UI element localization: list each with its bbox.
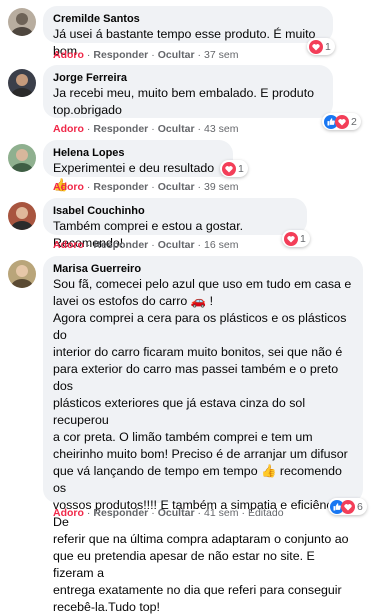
timestamp[interactable]: 37 sem xyxy=(204,49,238,61)
comment-text-line: Sou fã, comecei pelo azul que uso em tud… xyxy=(53,277,352,291)
separator: · xyxy=(197,239,202,251)
separator: · xyxy=(197,49,202,61)
comment-bubble: Jorge Ferreira Ja recebi meu, muito bem … xyxy=(43,65,333,118)
heart-icon xyxy=(335,114,349,129)
comment-author[interactable]: Helena Lopes xyxy=(53,146,223,160)
reply-button[interactable]: Responder xyxy=(93,239,148,251)
separator: · xyxy=(241,507,245,519)
avatar[interactable] xyxy=(8,260,36,288)
heart-icon xyxy=(341,499,355,514)
reaction-summary[interactable]: 6 xyxy=(328,498,367,515)
separator: · xyxy=(86,181,91,193)
separator: · xyxy=(197,181,202,193)
hide-button[interactable]: Ocultar xyxy=(158,123,195,135)
heart-icon xyxy=(222,161,236,176)
comment-text-line: interior do carro ficaram muito bonitos,… xyxy=(53,345,343,359)
comment-author[interactable]: Isabel Couchinho xyxy=(53,204,297,218)
comment-bubble: Helena Lopes Experimentei e deu resultad… xyxy=(43,140,233,192)
comment-text-line: plásticos exteriores que já estava cinza… xyxy=(53,396,306,427)
comment-author[interactable]: Cremilde Santos xyxy=(53,12,323,26)
reaction-summary[interactable]: 2 xyxy=(322,113,361,130)
like-button[interactable]: Adoro xyxy=(53,507,84,519)
like-button[interactable]: Adoro xyxy=(53,181,84,193)
reaction-count: 1 xyxy=(300,232,306,245)
reaction-count: 6 xyxy=(357,500,363,513)
separator: · xyxy=(151,181,155,193)
reply-button[interactable]: Responder xyxy=(93,181,148,193)
comment-actions: Adoro · Responder · Ocultar · 39 sem xyxy=(53,181,238,194)
comment-text-line: a cor preta. O limão também comprei e te… xyxy=(53,430,313,444)
heart-icon xyxy=(309,39,323,54)
hide-button[interactable]: Ocultar xyxy=(158,239,195,251)
avatar[interactable] xyxy=(8,69,36,97)
hide-button[interactable]: Ocultar xyxy=(158,181,195,193)
reaction-count: 1 xyxy=(325,40,331,53)
reply-button[interactable]: Responder xyxy=(93,123,148,135)
reaction-count: 1 xyxy=(238,162,244,175)
comment-text-line: entrega exatamente no dia que referi par… xyxy=(53,583,342,597)
timestamp[interactable]: 16 sem xyxy=(204,239,238,251)
comment-text-line: Ja recebi meu, muito bem embalado. E pro… xyxy=(53,86,315,100)
like-button[interactable]: Adoro xyxy=(53,239,84,251)
separator: · xyxy=(197,507,202,519)
edited-label[interactable]: Editado xyxy=(248,507,284,519)
comment-bubble: Cremilde Santos Já usei á bastante tempo… xyxy=(43,6,333,58)
comment-text-line: Agora comprei a cera para os plásticos e… xyxy=(53,311,347,342)
separator: · xyxy=(197,123,202,135)
avatar[interactable] xyxy=(8,202,36,230)
comment-text-line: recebê-la.Tudo top! xyxy=(53,600,160,614)
reaction-summary[interactable]: 1 xyxy=(220,160,248,177)
comment-text-line: que eu pretendia apesar de não estar no … xyxy=(53,549,315,580)
comment-actions: Adoro · Responder · Ocultar · 41 sem · Editado xyxy=(53,507,284,520)
hide-button[interactable]: Ocultar xyxy=(158,49,195,61)
comment-author[interactable]: Marisa Guerreiro xyxy=(53,262,353,276)
avatar[interactable] xyxy=(8,8,36,36)
comment-bubble: Marisa Guerreiro Sou fã, comecei pelo az… xyxy=(43,256,363,614)
comment-author[interactable]: Jorge Ferreira xyxy=(53,71,323,85)
comment-text-line: para exterior do carro mas passei também… xyxy=(53,362,339,393)
avatar[interactable] xyxy=(8,144,36,172)
hide-button[interactable]: Ocultar xyxy=(158,507,195,519)
like-button[interactable]: Adoro xyxy=(53,49,84,61)
separator: · xyxy=(151,123,155,135)
reply-button[interactable]: Responder xyxy=(93,49,148,61)
separator: · xyxy=(151,239,155,251)
like-button[interactable]: Adoro xyxy=(53,123,84,135)
heart-icon xyxy=(284,231,298,246)
comment-text-line: cheirinho muito bom! Preciso é de arranj… xyxy=(53,447,348,461)
separator: · xyxy=(86,239,91,251)
comment-bubble: Isabel Couchinho Também comprei e estou … xyxy=(43,198,307,250)
reply-button[interactable]: Responder xyxy=(93,507,148,519)
comment-text-line: top.obrigado xyxy=(53,103,122,117)
comment-actions: Adoro · Responder · Ocultar · 37 sem xyxy=(53,49,238,62)
reaction-count: 2 xyxy=(351,115,357,128)
comment-text-line: referir que na última compra adaptaram o… xyxy=(53,532,349,546)
separator: · xyxy=(86,123,91,135)
separator: · xyxy=(86,507,91,519)
comment-text-line: lavei os estofos do carro 🚗 ! xyxy=(53,294,214,308)
separator: · xyxy=(151,49,155,61)
separator: · xyxy=(86,49,91,61)
comment-actions: Adoro · Responder · Ocultar · 16 sem xyxy=(53,239,238,252)
comment-text-line: que vá lançando de tempo em tempo 👍 reco… xyxy=(53,464,342,495)
timestamp[interactable]: 41 sem xyxy=(204,507,238,519)
separator: · xyxy=(151,507,155,519)
reaction-summary[interactable]: 1 xyxy=(282,230,310,247)
timestamp[interactable]: 39 sem xyxy=(204,181,238,193)
reaction-summary[interactable]: 1 xyxy=(307,38,335,55)
comment-actions: Adoro · Responder · Ocultar · 43 sem xyxy=(53,123,238,136)
timestamp[interactable]: 43 sem xyxy=(204,123,238,135)
